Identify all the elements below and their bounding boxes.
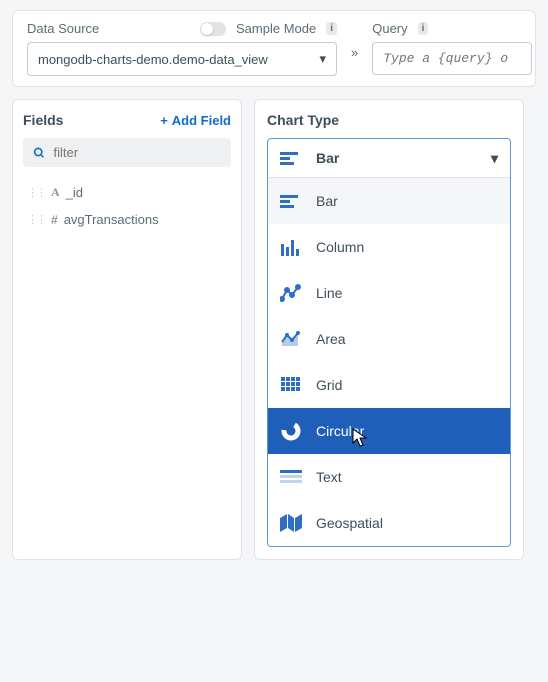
chart-type-dropdown[interactable]: Bar ▾ Bar Column Line <box>267 138 511 547</box>
fields-filter[interactable] <box>23 138 231 167</box>
plus-icon: + <box>160 113 168 128</box>
data-source-label: Data Source <box>27 21 99 36</box>
grid-icon <box>280 376 302 394</box>
drag-handle-icon: ⋮⋮ <box>27 213 45 226</box>
chart-type-panel: Chart Type Bar ▾ Bar Column <box>254 99 524 560</box>
top-bar: Data Source Sample Mode i mongodb-charts… <box>12 10 536 87</box>
data-source-labels: Data Source Sample Mode i <box>27 21 337 36</box>
column-icon <box>280 238 302 256</box>
fields-header: Fields + Add Field <box>23 112 231 128</box>
query-info-icon[interactable]: i <box>418 22 429 35</box>
option-label: Column <box>316 239 364 255</box>
chart-type-option-text[interactable]: Text <box>268 454 510 500</box>
data-source-value: mongodb-charts-demo.demo-data_view <box>38 52 268 67</box>
geospatial-icon <box>280 514 302 532</box>
sample-mode-toggle[interactable] <box>200 22 226 36</box>
main-area: Fields + Add Field ⋮⋮ A _id ⋮⋮ # avgTran… <box>12 99 536 560</box>
query-labels: Query i <box>372 21 532 36</box>
chart-type-option-geospatial[interactable]: Geospatial <box>268 500 510 546</box>
search-icon <box>33 146 45 160</box>
option-label: Area <box>316 331 346 347</box>
sample-mode-info-icon[interactable]: i <box>326 22 337 35</box>
caret-down-icon: ▾ <box>491 150 498 167</box>
sample-mode-label: Sample Mode <box>236 21 316 36</box>
field-item-avg[interactable]: ⋮⋮ # avgTransactions <box>23 206 231 233</box>
query-block: Query i <box>372 21 532 75</box>
chart-type-title: Chart Type <box>267 112 511 128</box>
option-label: Text <box>316 469 342 485</box>
circular-icon <box>280 422 302 440</box>
data-source-block: Data Source Sample Mode i mongodb-charts… <box>27 21 337 76</box>
query-input[interactable] <box>372 42 532 75</box>
fields-title: Fields <box>23 112 63 128</box>
chart-type-option-area[interactable]: Area <box>268 316 510 362</box>
line-icon <box>280 284 302 302</box>
string-type-icon: A <box>51 185 60 200</box>
chart-type-selected-label: Bar <box>316 150 339 166</box>
add-field-label: Add Field <box>172 113 231 128</box>
data-source-select[interactable]: mongodb-charts-demo.demo-data_view ▾ <box>27 42 337 76</box>
add-field-button[interactable]: + Add Field <box>160 113 231 128</box>
chart-type-selected[interactable]: Bar ▾ <box>268 139 510 178</box>
option-label: Bar <box>316 193 338 209</box>
chart-type-option-bar[interactable]: Bar <box>268 178 510 224</box>
option-label: Geospatial <box>316 515 383 531</box>
field-name: _id <box>66 185 83 200</box>
chart-type-option-grid[interactable]: Grid <box>268 362 510 408</box>
chart-type-option-column[interactable]: Column <box>268 224 510 270</box>
caret-down-icon: ▾ <box>319 51 326 67</box>
cursor-icon <box>352 428 368 448</box>
query-label: Query <box>372 21 407 36</box>
option-label: Grid <box>316 377 342 393</box>
filter-input[interactable] <box>53 145 221 160</box>
chevron-right-icon: » <box>351 21 358 60</box>
chart-type-option-circular[interactable]: Circular <box>268 408 510 454</box>
number-type-icon: # <box>51 213 58 227</box>
chart-type-option-line[interactable]: Line <box>268 270 510 316</box>
drag-handle-icon: ⋮⋮ <box>27 186 45 199</box>
fields-panel: Fields + Add Field ⋮⋮ A _id ⋮⋮ # avgTran… <box>12 99 242 560</box>
option-label: Line <box>316 285 342 301</box>
field-item-id[interactable]: ⋮⋮ A _id <box>23 179 231 206</box>
text-icon <box>280 468 302 486</box>
bar-icon <box>280 149 302 167</box>
bar-icon <box>280 192 302 210</box>
area-icon <box>280 330 302 348</box>
field-name: avgTransactions <box>64 212 159 227</box>
